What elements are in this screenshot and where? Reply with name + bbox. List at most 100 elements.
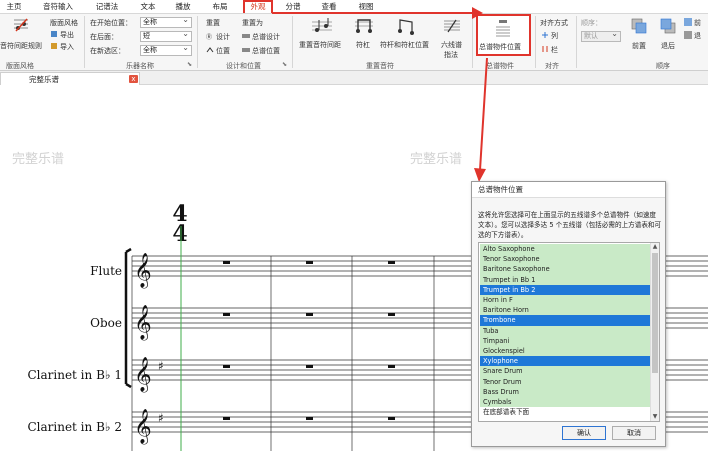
position-icon <box>206 46 214 54</box>
tab-appearance[interactable]: 外观 <box>243 0 273 13</box>
reset-as-button[interactable]: 重置为 <box>242 18 263 28</box>
list-item[interactable]: Cymbals <box>480 397 650 408</box>
scroll-thumb[interactable] <box>652 253 658 373</box>
listbox-scrollbar[interactable]: ▲ ▼ <box>650 243 659 421</box>
close-icon[interactable]: x <box>129 75 138 83</box>
back-small-button[interactable]: 退 <box>694 31 701 41</box>
svg-text:𝄞: 𝄞 <box>134 357 152 393</box>
align-label: 对齐方式 <box>540 19 568 27</box>
position-button[interactable]: 位置 <box>216 46 230 56</box>
dialog-title: 总谱物件位置 <box>472 182 665 198</box>
front-small-button[interactable]: 前 <box>694 18 701 28</box>
score-objects-dialog: 总谱物件位置 这将允许您选择可在上面显示的五线谱多个总谱物件（如速度文本）。您可… <box>471 181 666 447</box>
group-label-align: 对齐 <box>545 62 559 70</box>
send-back-button[interactable]: 退后 <box>661 41 675 51</box>
note-spacing-icon <box>12 17 30 33</box>
front-small-icon <box>684 18 692 26</box>
list-item[interactable]: 在底部谱表下面 <box>480 407 650 418</box>
tab-home[interactable]: 主页 <box>4 1 24 13</box>
list-item[interactable]: Alto Saxophone <box>480 244 650 255</box>
ok-button[interactable]: 确认 <box>562 426 606 440</box>
subsequent-label: 在后面： <box>90 33 118 41</box>
list-item[interactable]: Trumpet in Bb 2 <box>480 284 650 295</box>
tab-note-input[interactable]: 音符输入 <box>40 1 76 13</box>
list-item[interactable]: Timpani <box>480 335 650 346</box>
list-item[interactable]: Horn in F <box>480 295 650 306</box>
document-tab[interactable]: 完整乐谱 x <box>0 72 140 85</box>
stems-icon <box>355 18 373 36</box>
tab-layout[interactable]: 布局 <box>210 1 230 13</box>
align-cols-button[interactable]: 栏 <box>551 45 558 55</box>
list-item[interactable]: Bass Drum <box>480 386 650 397</box>
svg-text:♯: ♯ <box>158 359 164 373</box>
ribbon-separator <box>535 16 536 68</box>
note-spacing-rules-button[interactable]: 音符间距规则 <box>0 41 42 51</box>
score-objects-button[interactable]: 总谱物件位置 <box>476 14 531 56</box>
scroll-down-icon[interactable]: ▼ <box>651 413 659 421</box>
group-label-order: 顺序 <box>656 62 670 70</box>
stems-beams-icon <box>397 18 415 36</box>
list-item[interactable]: Baritone Horn <box>480 305 650 316</box>
six-line-button[interactable]: 六线谱 <box>441 40 462 50</box>
reset-spacing-icon <box>312 18 332 36</box>
list-item[interactable]: Glockenspiel <box>480 346 650 357</box>
document-tab-strip: 完整乐谱 x <box>0 71 708 85</box>
group-label-design-position: 设计和位置 <box>226 62 261 70</box>
align-rows-icon <box>541 31 549 39</box>
list-item[interactable]: Trumpet in Bb 1 <box>480 274 650 285</box>
at-start-select[interactable]: 全称 <box>140 15 192 28</box>
import-button[interactable]: 导入 <box>60 42 74 52</box>
dialog-launcher-icon[interactable]: ⬊ <box>282 61 287 68</box>
score-design-button[interactable]: 总谱设计 <box>252 32 280 42</box>
back-small-icon <box>684 31 692 39</box>
ribbon-separator <box>197 16 198 68</box>
score-position-button[interactable]: 总谱位置 <box>252 46 280 56</box>
fingering-button[interactable]: 指法 <box>444 50 458 60</box>
new-section-label: 在新选区： <box>90 47 125 55</box>
stems-button[interactable]: 符杠 <box>356 40 370 50</box>
reset-note-spacing-button[interactable]: 重置音符间距 <box>299 40 341 50</box>
cancel-button[interactable]: 取消 <box>612 426 656 440</box>
reset-button[interactable]: 重置 <box>206 18 220 28</box>
house-style-button[interactable]: 版面风格 <box>50 18 78 28</box>
bring-front-button[interactable]: 前置 <box>632 41 646 51</box>
align-rows-button[interactable]: 列 <box>551 31 558 41</box>
subsequent-select[interactable]: 短 <box>140 29 192 42</box>
staff-listbox[interactable]: Alto Saxophone Tenor Saxophone Baritone Sa… <box>478 242 660 422</box>
list-item[interactable]: Tuba <box>480 325 650 336</box>
list-item[interactable]: Tenor Saxophone <box>480 254 650 265</box>
export-button[interactable]: 导出 <box>60 30 74 40</box>
group-label-house-style: 版面风格 <box>6 62 34 70</box>
scroll-up-icon[interactable]: ▲ <box>651 243 659 251</box>
ribbon: 音符间距规则 版面风格 导出 导入 版面风格 在开始位置： 全称 在后面： 短 … <box>0 13 708 71</box>
tab-notation[interactable]: 记谱法 <box>93 1 121 13</box>
new-section-select[interactable]: 全称 <box>140 43 192 56</box>
ribbon-separator <box>472 16 473 68</box>
tab-text[interactable]: 文本 <box>138 1 158 13</box>
bring-front-icon <box>631 18 647 34</box>
group-label-reset-notes: 重置音符 <box>366 62 394 70</box>
tab-play[interactable]: 播放 <box>173 1 193 13</box>
ribbon-separator <box>292 16 293 68</box>
ribbon-separator <box>576 16 577 68</box>
list-item[interactable]: Tenor Drum <box>480 376 650 387</box>
svg-text:♯: ♯ <box>158 411 164 425</box>
score-design-icon <box>242 32 250 40</box>
design-button[interactable]: 设计 <box>216 32 230 42</box>
list-item[interactable]: Xylophone <box>480 356 650 367</box>
dialog-description: 这将允许您选择可在上面显示的五线谱多个总谱物件（如速度文本）。您可以选择多达 5… <box>478 211 662 239</box>
group-label-instrument-names: 乐器名称 <box>126 62 154 70</box>
stems-beams-position-button[interactable]: 符杆和符杠位置 <box>380 40 429 50</box>
dialog-launcher-icon[interactable]: ⬊ <box>187 61 192 68</box>
score-objects-icon <box>496 19 510 37</box>
order-select[interactable]: 默认 <box>581 29 621 42</box>
svg-text:𝄞: 𝄞 <box>134 409 152 445</box>
send-back-icon <box>660 18 676 34</box>
list-item[interactable]: Snare Drum <box>480 366 650 377</box>
list-item[interactable]: Trombone <box>480 315 650 326</box>
import-icon <box>50 42 58 50</box>
list-item[interactable]: Baritone Saxophone <box>480 264 650 275</box>
annotation-arrow-right <box>272 7 483 19</box>
order-label: 顺序： <box>581 19 602 27</box>
ribbon-separator <box>84 16 85 68</box>
